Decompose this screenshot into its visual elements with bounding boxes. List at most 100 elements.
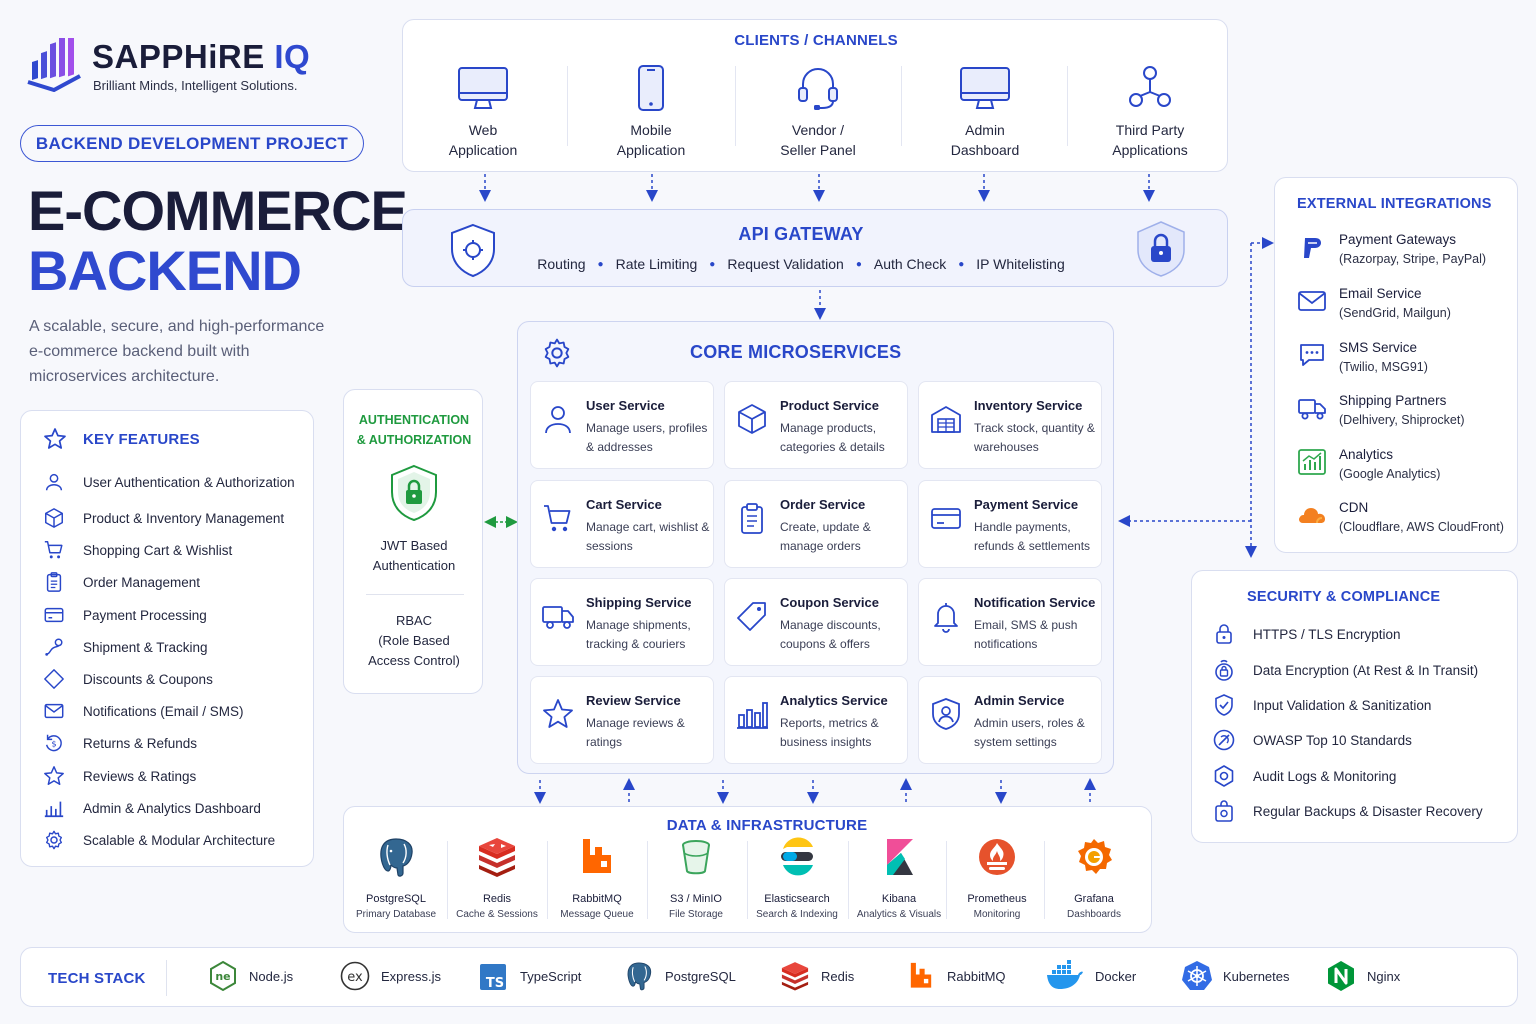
tech-item-postgresql: PostgreSQL bbox=[623, 960, 736, 992]
mobile-icon bbox=[638, 65, 664, 111]
integration-item: CDN (Cloudflare, AWS CloudFront) bbox=[1297, 498, 1504, 537]
inventory-service-card: Inventory Service Track stock, quantity … bbox=[918, 381, 1102, 469]
infra-name: Prometheus bbox=[967, 893, 1027, 905]
infra-s3-minio: S3 / MinIO File Storage bbox=[646, 835, 746, 923]
truck-icon bbox=[542, 606, 574, 629]
divider bbox=[735, 66, 736, 146]
client-label-line2: Dashboard bbox=[950, 142, 1020, 158]
notification-service-card: Notification Service Email, SMS & push n… bbox=[918, 578, 1102, 666]
auth-heading-line1: AUTHENTICATION bbox=[358, 413, 470, 427]
service-desc: Manage users, profiles & addresses bbox=[586, 421, 708, 454]
key-features-panel: KEY FEATURES User Authentication & Autho… bbox=[20, 410, 314, 867]
payment-gateway-icon bbox=[1304, 238, 1321, 258]
service-name: Order Service bbox=[780, 497, 866, 512]
feature-label: Payment Processing bbox=[83, 607, 207, 623]
brand-name-accent: IQ bbox=[274, 38, 311, 75]
security-label: Data Encryption (At Rest & In Transit) bbox=[1253, 662, 1479, 678]
lock-icon bbox=[1216, 624, 1232, 644]
client-label-line1: Web bbox=[468, 122, 498, 138]
auth-heading: AUTHENTICATION & AUTHORIZATION bbox=[344, 410, 484, 450]
svg-text:ex: ex bbox=[347, 970, 363, 985]
integration-desc: (Twilio, MSG91) bbox=[1339, 360, 1428, 374]
feature-label: Admin & Analytics Dashboard bbox=[83, 800, 261, 816]
brand-name: SAPPHiRE IQ bbox=[92, 38, 310, 76]
service-desc: Manage products, categories & details bbox=[780, 421, 885, 454]
sms-icon bbox=[1300, 344, 1324, 366]
tech-label: Docker bbox=[1095, 968, 1137, 984]
description-line: A scalable, secure, and high-performance bbox=[29, 318, 325, 335]
cart-icon bbox=[44, 541, 63, 559]
rbac-label: RBAC (Role Based Access Control) bbox=[344, 611, 484, 671]
service-desc: Track stock, quantity & warehouses bbox=[974, 421, 1095, 454]
client-mobile-application: Mobile Application bbox=[571, 64, 731, 160]
security-item: Audit Logs & Monitoring bbox=[1212, 764, 1396, 788]
integration-desc: (Razorpay, Stripe, PayPal) bbox=[1339, 252, 1487, 266]
postgresql-icon bbox=[627, 962, 652, 991]
feature-item: Order Management bbox=[43, 571, 200, 593]
brand-name-primary: SAPPHiRE bbox=[92, 38, 265, 75]
service-desc: Reports, metrics & business insights bbox=[780, 716, 879, 749]
clipboard-icon bbox=[46, 572, 62, 592]
feature-item: Shipment & Tracking bbox=[43, 636, 208, 658]
project-label: BACKEND DEVELOPMENT PROJECT bbox=[20, 125, 364, 162]
review-service-card: Review Service Manage reviews & ratings bbox=[530, 676, 714, 764]
feature-label: Discounts & Coupons bbox=[83, 671, 213, 687]
network-icon bbox=[1129, 66, 1171, 107]
integration-item: SMS Service (Twilio, MSG91) bbox=[1297, 338, 1428, 377]
tech-stack-heading: TECH STACK bbox=[48, 970, 146, 987]
integration-item: Payment Gateways (Razorpay, Stripe, PayPa… bbox=[1297, 230, 1486, 269]
description-line: microservices architecture. bbox=[29, 368, 220, 385]
security-label: Audit Logs & Monitoring bbox=[1253, 768, 1397, 784]
divider bbox=[366, 594, 464, 595]
integration-item: Email Service (SendGrid, Mailgun) bbox=[1297, 284, 1451, 323]
monitor-icon bbox=[960, 67, 1010, 109]
service-desc: Admin users, roles & system settings bbox=[974, 716, 1085, 749]
client-admin-dashboard: Admin Dashboard bbox=[905, 64, 1065, 160]
cloud-icon bbox=[1299, 508, 1325, 524]
postgresql-icon bbox=[380, 838, 413, 877]
integration-name: SMS Service bbox=[1339, 340, 1418, 355]
payment-service-card: Payment Service Handle payments, refunds… bbox=[918, 480, 1102, 568]
refund-icon: $ bbox=[45, 734, 62, 752]
page-title-line1: E-COMMERCE bbox=[28, 179, 408, 242]
rabbitmq-icon bbox=[910, 962, 932, 988]
client-label-line1: Admin bbox=[965, 122, 1005, 138]
elasticsearch-icon bbox=[781, 837, 813, 876]
gear-icon bbox=[540, 336, 574, 370]
auth-heading-line2: & AUTHORIZATION bbox=[356, 433, 472, 447]
star-icon bbox=[44, 766, 64, 785]
coupon-service-card: Coupon Service Manage discounts, coupons… bbox=[724, 578, 908, 666]
client-arrows bbox=[479, 174, 1155, 202]
feature-item: Admin & Analytics Dashboard bbox=[43, 797, 261, 819]
core-data-arrows bbox=[534, 778, 1096, 804]
audit-icon bbox=[1214, 765, 1234, 787]
typescript-icon: TS bbox=[480, 964, 506, 991]
divider bbox=[166, 960, 167, 996]
infra-name: RabbitMQ bbox=[572, 893, 622, 905]
brand-logo bbox=[26, 38, 82, 92]
warehouse-icon bbox=[931, 406, 961, 433]
integration-name: Analytics bbox=[1339, 447, 1394, 462]
integration-desc: (Cloudflare, AWS CloudFront) bbox=[1339, 520, 1504, 534]
tech-item-kubernetes: Kubernetes bbox=[1181, 960, 1290, 992]
mail-icon bbox=[1298, 291, 1326, 311]
service-desc: Create, update & manage orders bbox=[780, 520, 871, 553]
tech-label: Nginx bbox=[1367, 968, 1401, 984]
sapphire-logo-icon bbox=[27, 38, 81, 92]
clients-heading: CLIENTS / CHANNELS bbox=[734, 32, 898, 49]
redis-icon bbox=[781, 962, 809, 991]
infra-desc: File Storage bbox=[669, 909, 723, 920]
security-label: Regular Backups & Disaster Recovery bbox=[1253, 803, 1483, 819]
security-item: Regular Backups & Disaster Recovery bbox=[1212, 799, 1483, 823]
service-desc: Manage cart, wishlist & sessions bbox=[586, 520, 710, 553]
infra-name: Elasticsearch bbox=[764, 893, 830, 905]
box-icon bbox=[45, 508, 63, 528]
infra-desc: Monitoring bbox=[973, 909, 1021, 920]
integration-name: Shipping Partners bbox=[1339, 393, 1447, 408]
infra-redis: Redis Cache & Sessions bbox=[447, 835, 547, 923]
integration-desc: (Google Analytics) bbox=[1339, 467, 1441, 481]
external-heading: EXTERNAL INTEGRATIONS bbox=[1297, 196, 1492, 212]
kibana-icon bbox=[887, 839, 913, 875]
client-vendor-seller-panel: Vendor / Seller Panel bbox=[738, 64, 898, 160]
tech-label: RabbitMQ bbox=[947, 968, 1006, 984]
